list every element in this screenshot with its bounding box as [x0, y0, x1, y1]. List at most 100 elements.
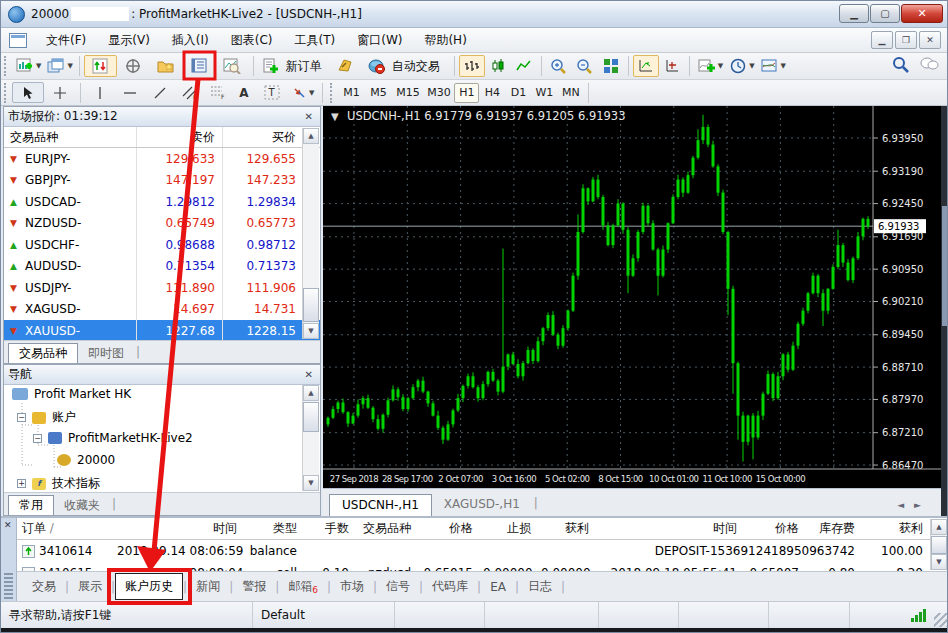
tf-mn[interactable]: MN — [557, 83, 584, 103]
bar-chart-mode-button[interactable] — [459, 55, 485, 77]
tf-m5[interactable]: M5 — [364, 83, 392, 103]
menu-help[interactable]: 帮助(H) — [413, 28, 477, 53]
chart-tabs-right-icon[interactable]: ► — [914, 500, 931, 510]
navigator-scrollbar[interactable]: ▲ ▼ — [302, 385, 319, 491]
chat-icon[interactable] — [919, 56, 939, 76]
menu-charts[interactable]: 图表(C) — [220, 28, 284, 53]
market-watch-row-usdcad[interactable]: ▲USDCAD-1.298121.29834 — [4, 191, 320, 213]
tab-exposure[interactable]: 展示 — [69, 574, 111, 599]
autotrading-icon[interactable] — [364, 55, 390, 77]
market-watch-toggle[interactable] — [84, 55, 117, 77]
nav-scroll-thumb[interactable] — [303, 402, 319, 432]
trendline-tool[interactable] — [145, 82, 175, 103]
market-watch-row-eurjpy[interactable]: ▼EURJPY-129.633129.655 — [4, 148, 320, 170]
tab-news[interactable]: 新闻 — [187, 574, 229, 599]
tab-favorites[interactable]: 收藏夹 — [54, 495, 110, 515]
status-profile[interactable]: Default — [253, 602, 395, 628]
nav-scroll-up-icon[interactable]: ▲ — [303, 385, 319, 401]
candle-chart-mode-button[interactable] — [485, 55, 511, 77]
term-scroll-down-icon[interactable]: ▼ — [931, 554, 947, 570]
tab-tick-chart[interactable]: 即时图 — [78, 343, 134, 363]
tf-m30[interactable]: M30 — [423, 83, 454, 103]
child-restore-button[interactable]: ❐ — [895, 31, 917, 49]
nav-item-broker[interactable]: Profit Market HK — [12, 387, 131, 401]
scroll-up-icon[interactable]: ▲ — [303, 128, 319, 144]
tab-account-history[interactable]: 账户历史 — [115, 573, 183, 600]
vertical-line-tool[interactable] — [85, 82, 115, 103]
menu-view[interactable]: 显示(V) — [97, 28, 161, 53]
new-order-icon[interactable] — [258, 55, 284, 77]
tf-m15[interactable]: M15 — [392, 83, 423, 103]
chart-tab-usdcnh[interactable]: USDCNH-,H1 — [329, 494, 432, 516]
tab-alerts[interactable]: 警报 — [233, 574, 275, 599]
crosshair-mode-button[interactable] — [659, 55, 685, 77]
show-indicators-button[interactable] — [633, 55, 659, 77]
equidistant-channel-tool[interactable]: E — [175, 82, 205, 103]
cursor-tool[interactable] — [12, 82, 44, 103]
market-watch-row-usdchf[interactable]: ▲USDCHF-0.986880.98712 — [4, 234, 320, 256]
close-button[interactable]: ✕ — [901, 4, 943, 23]
data-window-button[interactable] — [117, 55, 150, 77]
tab-mailbox[interactable]: 邮箱6 — [279, 574, 327, 599]
child-minimize-button[interactable]: ▁ — [871, 31, 893, 49]
tab-experts[interactable]: EA — [481, 576, 515, 598]
tab-code-base[interactable]: 代码库 — [423, 574, 477, 599]
market-watch-row-gbpjpy[interactable]: ▼GBPJPY-147.197147.233 — [4, 170, 320, 192]
market-watch-row-nzdusd[interactable]: ▼NZDUSD-0.657490.65773 — [4, 213, 320, 235]
autotrading-button[interactable]: 自动交易 — [392, 58, 440, 75]
timeframe-grip[interactable] — [330, 83, 335, 103]
menu-file[interactable]: 文件(F) — [35, 28, 97, 53]
toolbar-grip[interactable] — [4, 56, 9, 76]
tab-market[interactable]: 市场 — [331, 574, 373, 599]
nav-item-accounts[interactable]: − 账户 — [17, 409, 76, 426]
chart-tab-xagusd[interactable]: XAGUSD-,H1 — [432, 494, 532, 516]
profiles-button[interactable] — [43, 55, 69, 77]
term-scroll-up-icon[interactable]: ▲ — [931, 519, 947, 535]
collapse-icon[interactable]: − — [17, 413, 26, 422]
tile-windows-button[interactable] — [598, 55, 624, 77]
search-icon[interactable] — [892, 56, 909, 76]
period-button[interactable] — [725, 55, 751, 77]
market-watch-row-usdjpy[interactable]: ▼USDJPY-111.890111.906 — [4, 277, 320, 299]
chart-system-menu-icon[interactable] — [9, 33, 27, 48]
tf-m1[interactable]: M1 — [338, 83, 364, 103]
fibonacci-tool[interactable]: F — [205, 82, 231, 103]
tab-symbols[interactable]: 交易品种 — [8, 343, 78, 363]
market-watch-row-audusd[interactable]: ▲AUDUSD-0.713540.71373 — [4, 256, 320, 278]
add-indicator-button[interactable] — [694, 55, 720, 77]
col-ask[interactable]: 买价 — [223, 127, 303, 147]
resize-grip[interactable] — [934, 613, 948, 627]
menu-insert[interactable]: 插入(I) — [161, 28, 220, 53]
menu-tools[interactable]: 工具(T) — [284, 28, 347, 53]
terminal-toggle[interactable] — [183, 55, 216, 77]
collapse-icon2[interactable]: − — [33, 434, 42, 443]
tf-d1[interactable]: D1 — [505, 83, 531, 103]
horizontal-line-tool[interactable] — [115, 82, 145, 103]
terminal-grip[interactable] — [4, 571, 13, 599]
terminal-scrollbar[interactable]: ▲ ▼ — [930, 519, 947, 570]
market-watch-row-xagusd[interactable]: ▼XAGUSD-14.69714.731 — [4, 299, 320, 321]
line-chart-mode-button[interactable] — [511, 55, 537, 77]
scroll-thumb[interactable] — [303, 288, 319, 322]
chart-scroll-thumb[interactable] — [942, 206, 948, 326]
market-watch-row-xauusd[interactable]: ▼XAUUSD-1227.681228.15 — [4, 320, 320, 342]
tab-trade[interactable]: 交易 — [23, 574, 65, 599]
nav-scroll-down-icon[interactable]: ▼ — [303, 475, 319, 491]
market-watch-close-icon[interactable]: ✕ — [302, 111, 316, 122]
arrows-tool[interactable] — [287, 82, 311, 103]
scroll-down-icon[interactable]: ▼ — [303, 323, 319, 339]
crosshair-tool[interactable] — [44, 82, 76, 103]
navigator-toggle[interactable] — [150, 55, 183, 77]
template-button[interactable] — [757, 55, 783, 77]
nav-item-indicators[interactable]: + f 技术指标 — [17, 475, 100, 492]
tab-common[interactable]: 常用 — [8, 495, 54, 515]
metaeditor-button[interactable] — [332, 55, 358, 77]
nav-item-server[interactable]: − ProfitMarketHK-Live2 — [33, 431, 193, 445]
chart-window[interactable]: 6.939506.931906.924506.916906.909506.902… — [323, 106, 941, 488]
tab-signals[interactable]: 信号 — [377, 574, 419, 599]
zoom-in-button[interactable] — [546, 55, 572, 77]
text-tool[interactable]: A — [231, 82, 257, 103]
text-label-tool[interactable]: T — [257, 82, 287, 103]
terminal-close-icon[interactable]: ✕ — [4, 520, 12, 530]
term-scroll-thumb[interactable] — [931, 536, 947, 554]
